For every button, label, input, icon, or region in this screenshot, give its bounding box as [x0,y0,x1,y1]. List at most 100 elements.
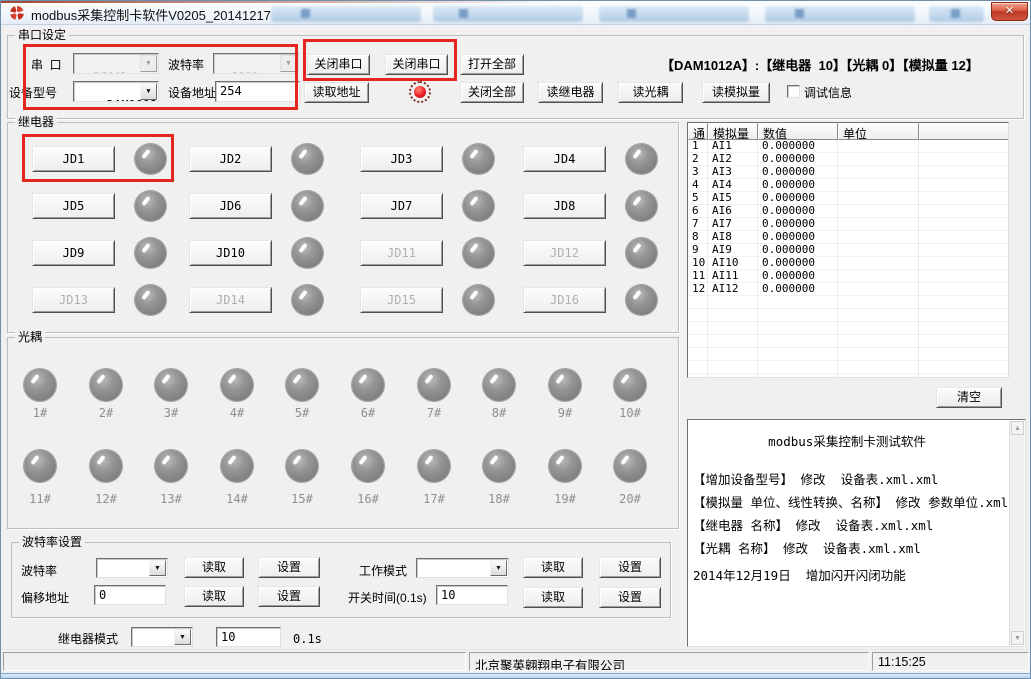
relay-button-jd1[interactable]: JD1 [32,146,115,172]
opto-label-20: 20# [608,492,652,506]
baud2-select[interactable]: 9600 ▼ [96,558,168,578]
baud-select[interactable]: 9600 ▼ [213,53,299,74]
relay-button-jd3[interactable]: JD3 [360,146,443,172]
status-time: 11:15:25 [872,652,1029,671]
log-line: 【增加设备型号】 修改 设备表.xml.xml [693,469,938,488]
table-row-ai2[interactable]: 2AI20.000000 [688,153,1008,166]
opto-label-17: 17# [412,492,456,506]
relay-button-jd13: JD13 [32,287,115,313]
table-cell [708,322,758,335]
serial-group-title: 串口设定 [15,29,69,41]
col-header-analog[interactable]: 模拟量 [708,123,758,140]
model-select[interactable]: DAM1012A ▼ [73,81,159,102]
close-button[interactable]: ✕ [991,2,1028,21]
table-row-ai7[interactable]: 7AI70.000000 [688,218,1008,231]
table-row-ai3[interactable]: 3AI30.000000 [688,166,1008,179]
table-cell [758,322,838,335]
col-header-channel[interactable]: 通 [688,123,708,140]
chevron-down-icon[interactable]: ▼ [490,560,507,576]
switch-time-input[interactable]: 10 [436,585,508,605]
close-port-button-2[interactable]: 关闭串口 [385,54,448,75]
comm-activity-indicator [409,81,431,103]
switch-time-read-button[interactable]: 读取 [523,587,583,608]
relay-button-jd6[interactable]: JD6 [189,193,272,219]
baud-read-button[interactable]: 读取 [184,557,244,578]
title-bar: modbus采集控制卡软件V0205_20141217 ✕ [1,1,1030,25]
background-window-fragment [599,6,749,22]
opto-label-14: 14# [215,492,259,506]
debug-info-checkbox[interactable] [787,85,800,98]
col-header-blank [919,123,1008,140]
table-row-ai6[interactable]: 6AI60.000000 [688,205,1008,218]
chevron-down-icon[interactable]: ▼ [149,560,166,576]
chevron-down-icon[interactable]: ▼ [140,83,157,100]
relay-button-jd10[interactable]: JD10 [189,240,272,266]
relay-led-9 [135,238,166,268]
read-opto-button[interactable]: 读光耦 [618,82,683,103]
read-relay-button[interactable]: 读继电器 [538,82,603,103]
offset-set-button[interactable]: 设置 [258,586,320,607]
relay-mode-select[interactable]: 手动模式 ▼ [131,627,193,647]
table-cell [708,361,758,374]
log-scrollbar[interactable]: ▲ ▼ [1009,421,1024,645]
work-mode-set-button[interactable]: 设置 [599,557,661,578]
scroll-up-icon[interactable]: ▲ [1011,421,1024,435]
table-cell [919,283,1008,296]
close-all-button[interactable]: 关闭全部 [460,82,524,103]
port-select[interactable]: COM6 ▼ [73,53,159,74]
relay-mode-time-input[interactable]: 10 [216,627,281,647]
table-cell [838,205,919,218]
table-row-ai10[interactable]: 10AI100.000000 [688,257,1008,270]
table-cell: 0.000000 [758,218,838,231]
table-cell [708,374,758,378]
read-analog-button[interactable]: 读模拟量 [702,82,770,103]
opto-led-12 [90,450,122,482]
col-header-value[interactable]: 数值 [758,123,838,140]
offset-read-button[interactable]: 读取 [184,586,244,607]
opto-led-1 [24,369,56,401]
chevron-down-icon[interactable]: ▼ [280,55,297,72]
work-mode-select[interactable]: 正常模式 ▼ [416,558,509,578]
table-cell: 12 [688,283,708,296]
relay-led-4 [626,144,657,174]
table-cell [838,218,919,231]
relay-button-jd2[interactable]: JD2 [189,146,272,172]
table-row-ai5[interactable]: 5AI50.000000 [688,192,1008,205]
status-bar: 北京聚英翱翔电子有限公司 11:15:25 [1,649,1030,673]
relay-button-jd9[interactable]: JD9 [32,240,115,266]
table-cell [758,335,838,348]
table-row-ai8[interactable]: 8AI80.000000 [688,231,1008,244]
relay-led-5 [135,191,166,221]
offset-input[interactable]: 0 [94,585,166,605]
chevron-down-icon[interactable]: ▼ [174,629,191,645]
relay-button-jd8[interactable]: JD8 [523,193,606,219]
clear-button[interactable]: 清空 [936,387,1002,408]
work-mode-read-button[interactable]: 读取 [523,557,583,578]
close-port-button-1[interactable]: 关闭串口 [307,54,370,75]
opto-label-9: 9# [543,406,587,420]
chevron-down-icon[interactable]: ▼ [140,55,157,72]
read-address-button[interactable]: 读取地址 [304,82,369,103]
opto-label-8: 8# [477,406,521,420]
table-row-ai12[interactable]: 12AI120.000000 [688,283,1008,296]
table-cell [758,361,838,374]
device-address-input[interactable]: 254 [215,81,300,102]
relay-button-jd4[interactable]: JD4 [523,146,606,172]
table-row-ai9[interactable]: 9AI90.000000 [688,244,1008,257]
col-header-unit[interactable]: 单位 [838,123,919,140]
table-cell: 0.000000 [758,192,838,205]
table-cell [708,348,758,361]
scroll-down-icon[interactable]: ▼ [1011,631,1024,645]
table-cell [838,322,919,335]
baud-set-button[interactable]: 设置 [258,557,320,578]
table-cell [919,309,1008,322]
relay-button-jd7[interactable]: JD7 [360,193,443,219]
open-all-button[interactable]: 打开全部 [460,54,524,75]
table-row-ai1[interactable]: 1AI10.000000 [688,140,1008,153]
opto-led-14 [221,450,253,482]
switch-time-set-button[interactable]: 设置 [599,587,661,608]
relay-button-jd5[interactable]: JD5 [32,193,115,219]
table-row-ai4[interactable]: 4AI40.000000 [688,179,1008,192]
table-row-ai11[interactable]: 11AI110.000000 [688,270,1008,283]
table-cell [838,153,919,166]
